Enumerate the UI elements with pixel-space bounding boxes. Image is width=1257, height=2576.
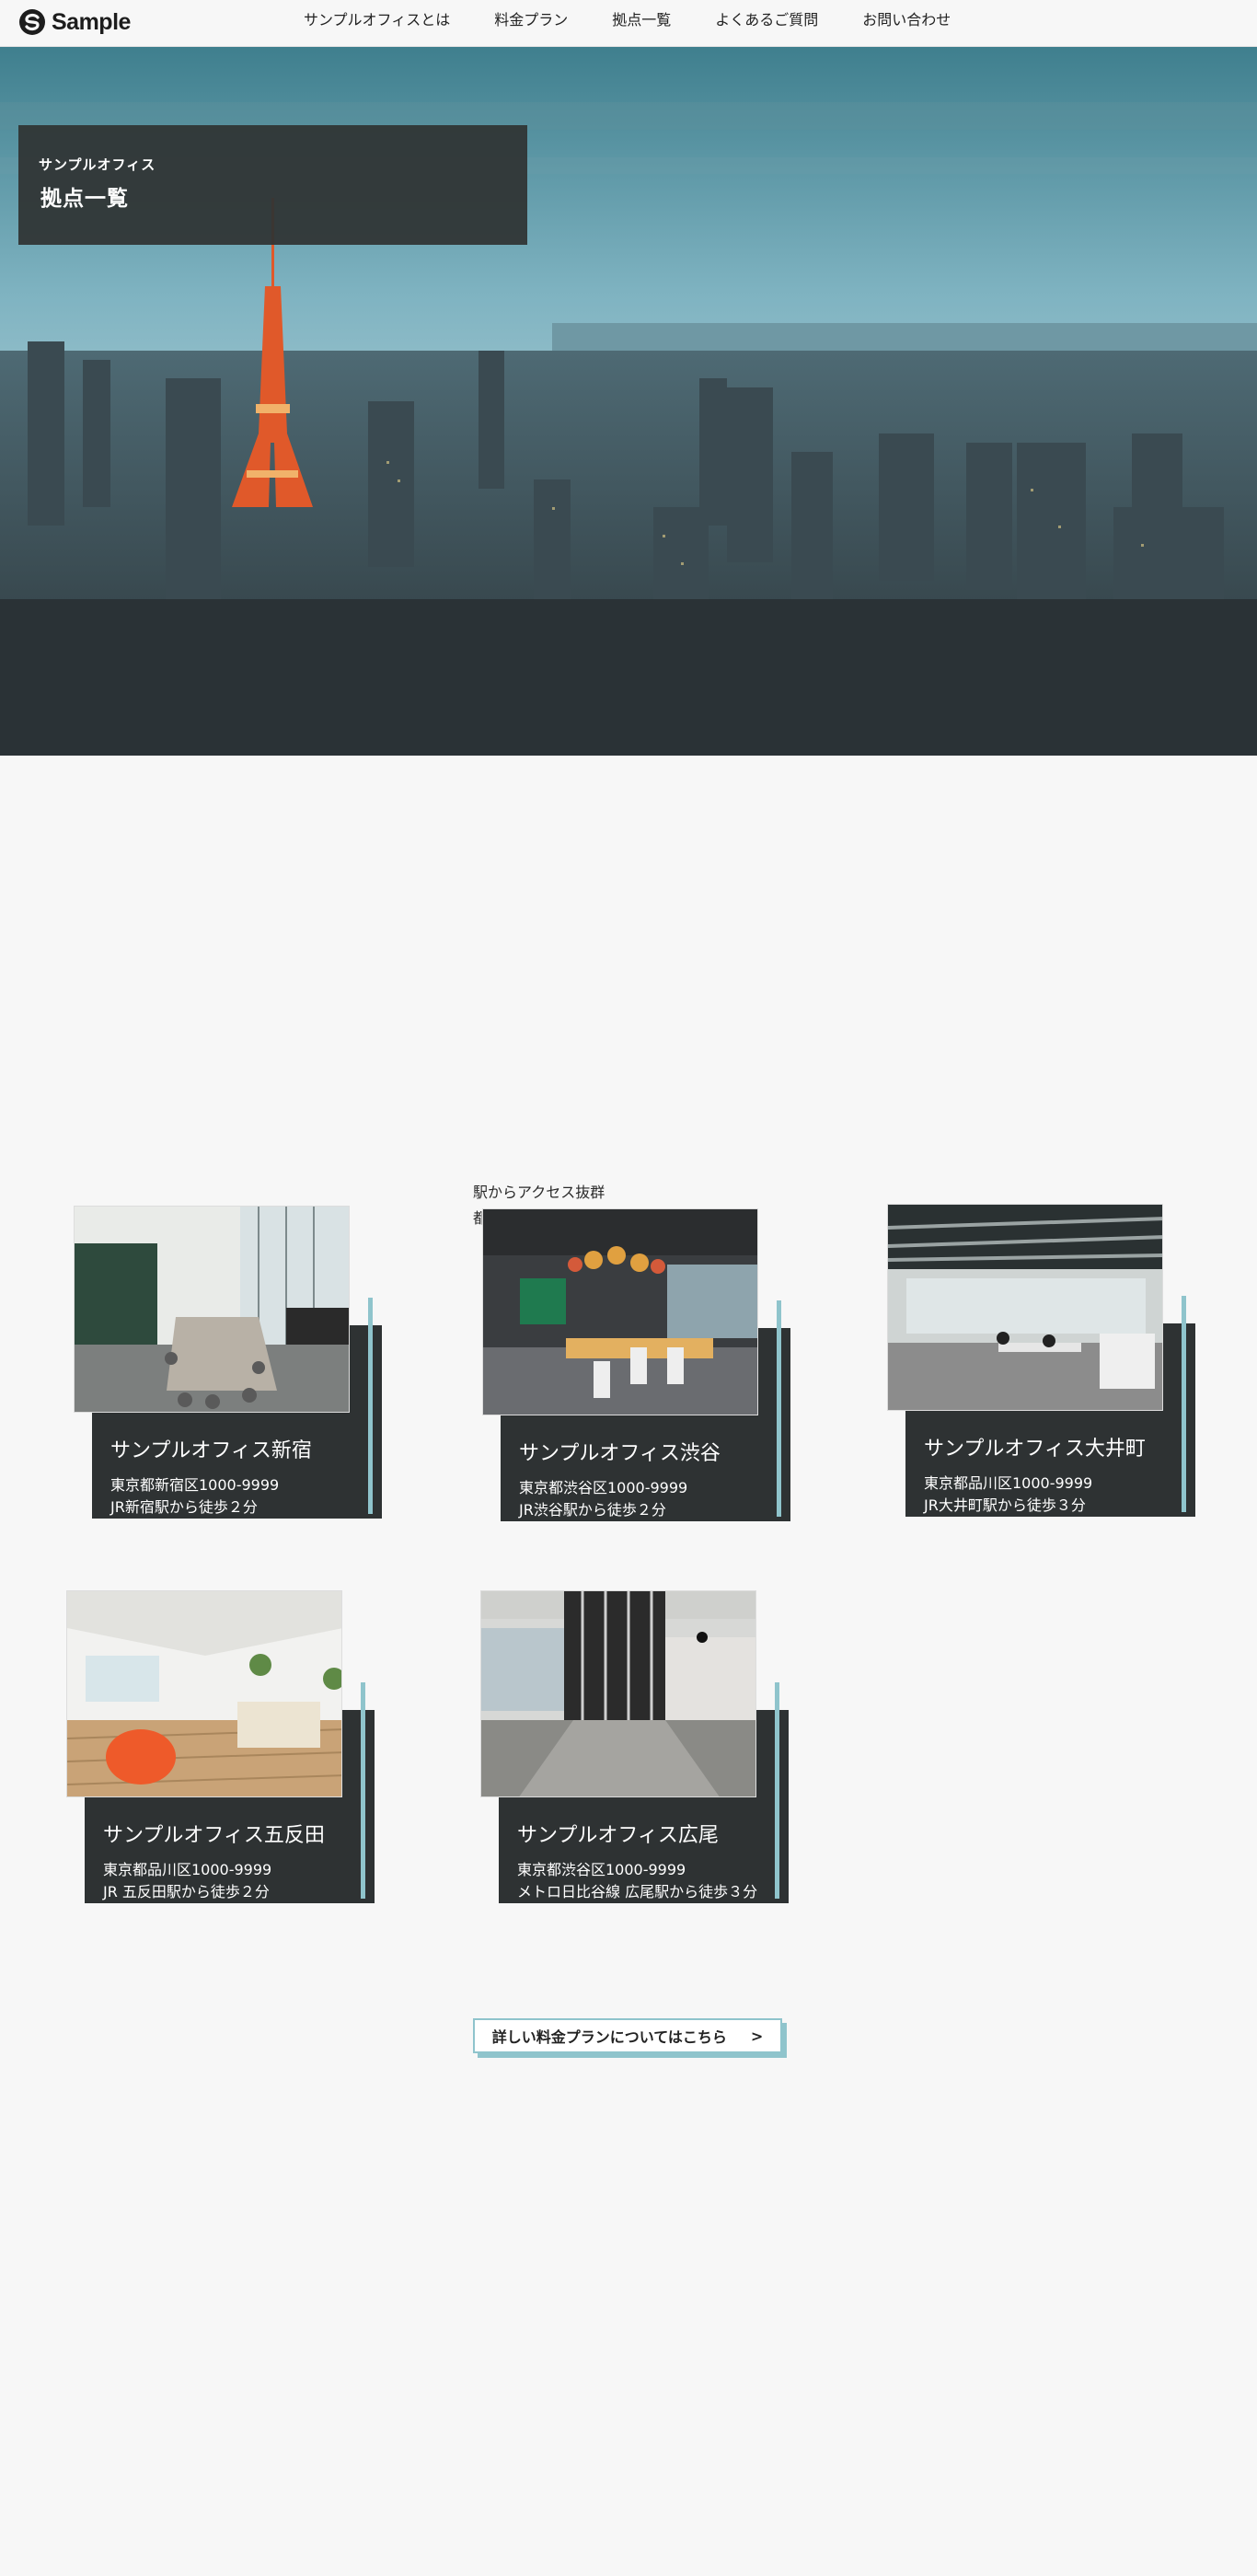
office-photo [887, 1204, 1163, 1411]
office-photo [74, 1206, 350, 1413]
s-mark-logo-icon [19, 9, 45, 35]
office-card[interactable]: サンプルオフィス新宿 東京都新宿区1000-9999 JR新宿駅から徒歩２分 [74, 1206, 396, 1546]
nav-item-faq[interactable]: よくあるご質問 [715, 11, 818, 29]
pricing-cta: 詳しい料金プランについてはこちら > [473, 2018, 787, 2058]
office-card[interactable]: サンプルオフィス五反田 東京都品川区1000-9999 JR 五反田駅から徒歩２… [66, 1590, 388, 1931]
cta-label: 詳しい料金プランについてはこちら [491, 2028, 727, 2046]
logo[interactable]: Sample [18, 8, 131, 36]
page-title: 拠点一覧 [40, 187, 129, 211]
corridor-image [481, 1591, 755, 1796]
office-card[interactable]: サンプルオフィス大井町 東京都品川区1000-9999 JR大井町駅から徒歩３分 [887, 1204, 1209, 1544]
office-access: JR渋谷駅から徒歩２分 [519, 1501, 666, 1519]
office-photo [66, 1590, 342, 1797]
meeting-room-image [75, 1207, 349, 1412]
office-photo [482, 1208, 758, 1415]
main-nav: サンプルオフィスとは 料金プラン 拠点一覧 よくあるご質問 お問い合わせ [304, 11, 995, 29]
nav-item-pricing[interactable]: 料金プラン [494, 11, 568, 29]
card-accent-bar [777, 1300, 781, 1517]
office-access: メトロ日比谷線 広尾駅から徒歩３分 [517, 1883, 758, 1900]
open-office-image [483, 1209, 757, 1415]
office-photo [480, 1590, 756, 1797]
office-access: JR 五反田駅から徒歩２分 [103, 1883, 270, 1900]
office-address: 東京都渋谷区1000-9999 [517, 1861, 686, 1878]
card-accent-bar [368, 1298, 373, 1514]
nav-item-contact[interactable]: お問い合わせ [862, 11, 951, 29]
hero-subtitle: サンプルオフィス [39, 156, 156, 173]
office-address: 東京都品川区1000-9999 [924, 1474, 1093, 1492]
hero-section: サンプルオフィス 拠点一覧 [0, 47, 1257, 756]
pricing-details-button[interactable]: 詳しい料金プランについてはこちら > [473, 2018, 782, 2053]
intro-line: 駅からアクセス抜群 [473, 1184, 605, 1201]
site-header: Sample サンプルオフィスとは 料金プラン 拠点一覧 よくあるご質問 お問い… [0, 0, 1257, 47]
office-name: サンプルオフィス大井町 [924, 1438, 1146, 1461]
card-accent-bar [1182, 1296, 1186, 1512]
nav-item-about[interactable]: サンプルオフィスとは [304, 11, 450, 29]
workspace-image [888, 1205, 1162, 1410]
office-name: サンプルオフィス五反田 [103, 1824, 325, 1847]
hero-title-panel: サンプルオフィス 拠点一覧 [18, 125, 527, 245]
logo-text: Sample [52, 8, 131, 35]
card-accent-bar [775, 1682, 779, 1899]
office-access: JR新宿駅から徒歩２分 [110, 1498, 258, 1516]
office-address: 東京都渋谷区1000-9999 [519, 1479, 688, 1496]
office-name: サンプルオフィス広尾 [517, 1824, 719, 1847]
office-card[interactable]: サンプルオフィス広尾 東京都渋谷区1000-9999 メトロ日比谷線 広尾駅から… [480, 1590, 802, 1931]
office-card[interactable]: サンプルオフィス渋谷 東京都渋谷区1000-9999 JR渋谷駅から徒歩２分 [482, 1208, 804, 1549]
office-access: JR大井町駅から徒歩３分 [924, 1496, 1086, 1514]
lounge-image [67, 1591, 341, 1796]
nav-item-locations[interactable]: 拠点一覧 [612, 11, 671, 29]
office-address: 東京都品川区1000-9999 [103, 1861, 272, 1878]
card-accent-bar [361, 1682, 365, 1899]
office-address: 東京都新宿区1000-9999 [110, 1476, 280, 1494]
office-name: サンプルオフィス渋谷 [519, 1442, 721, 1465]
office-name: サンプルオフィス新宿 [110, 1439, 312, 1462]
chevron-right-icon: > [750, 2027, 764, 2045]
